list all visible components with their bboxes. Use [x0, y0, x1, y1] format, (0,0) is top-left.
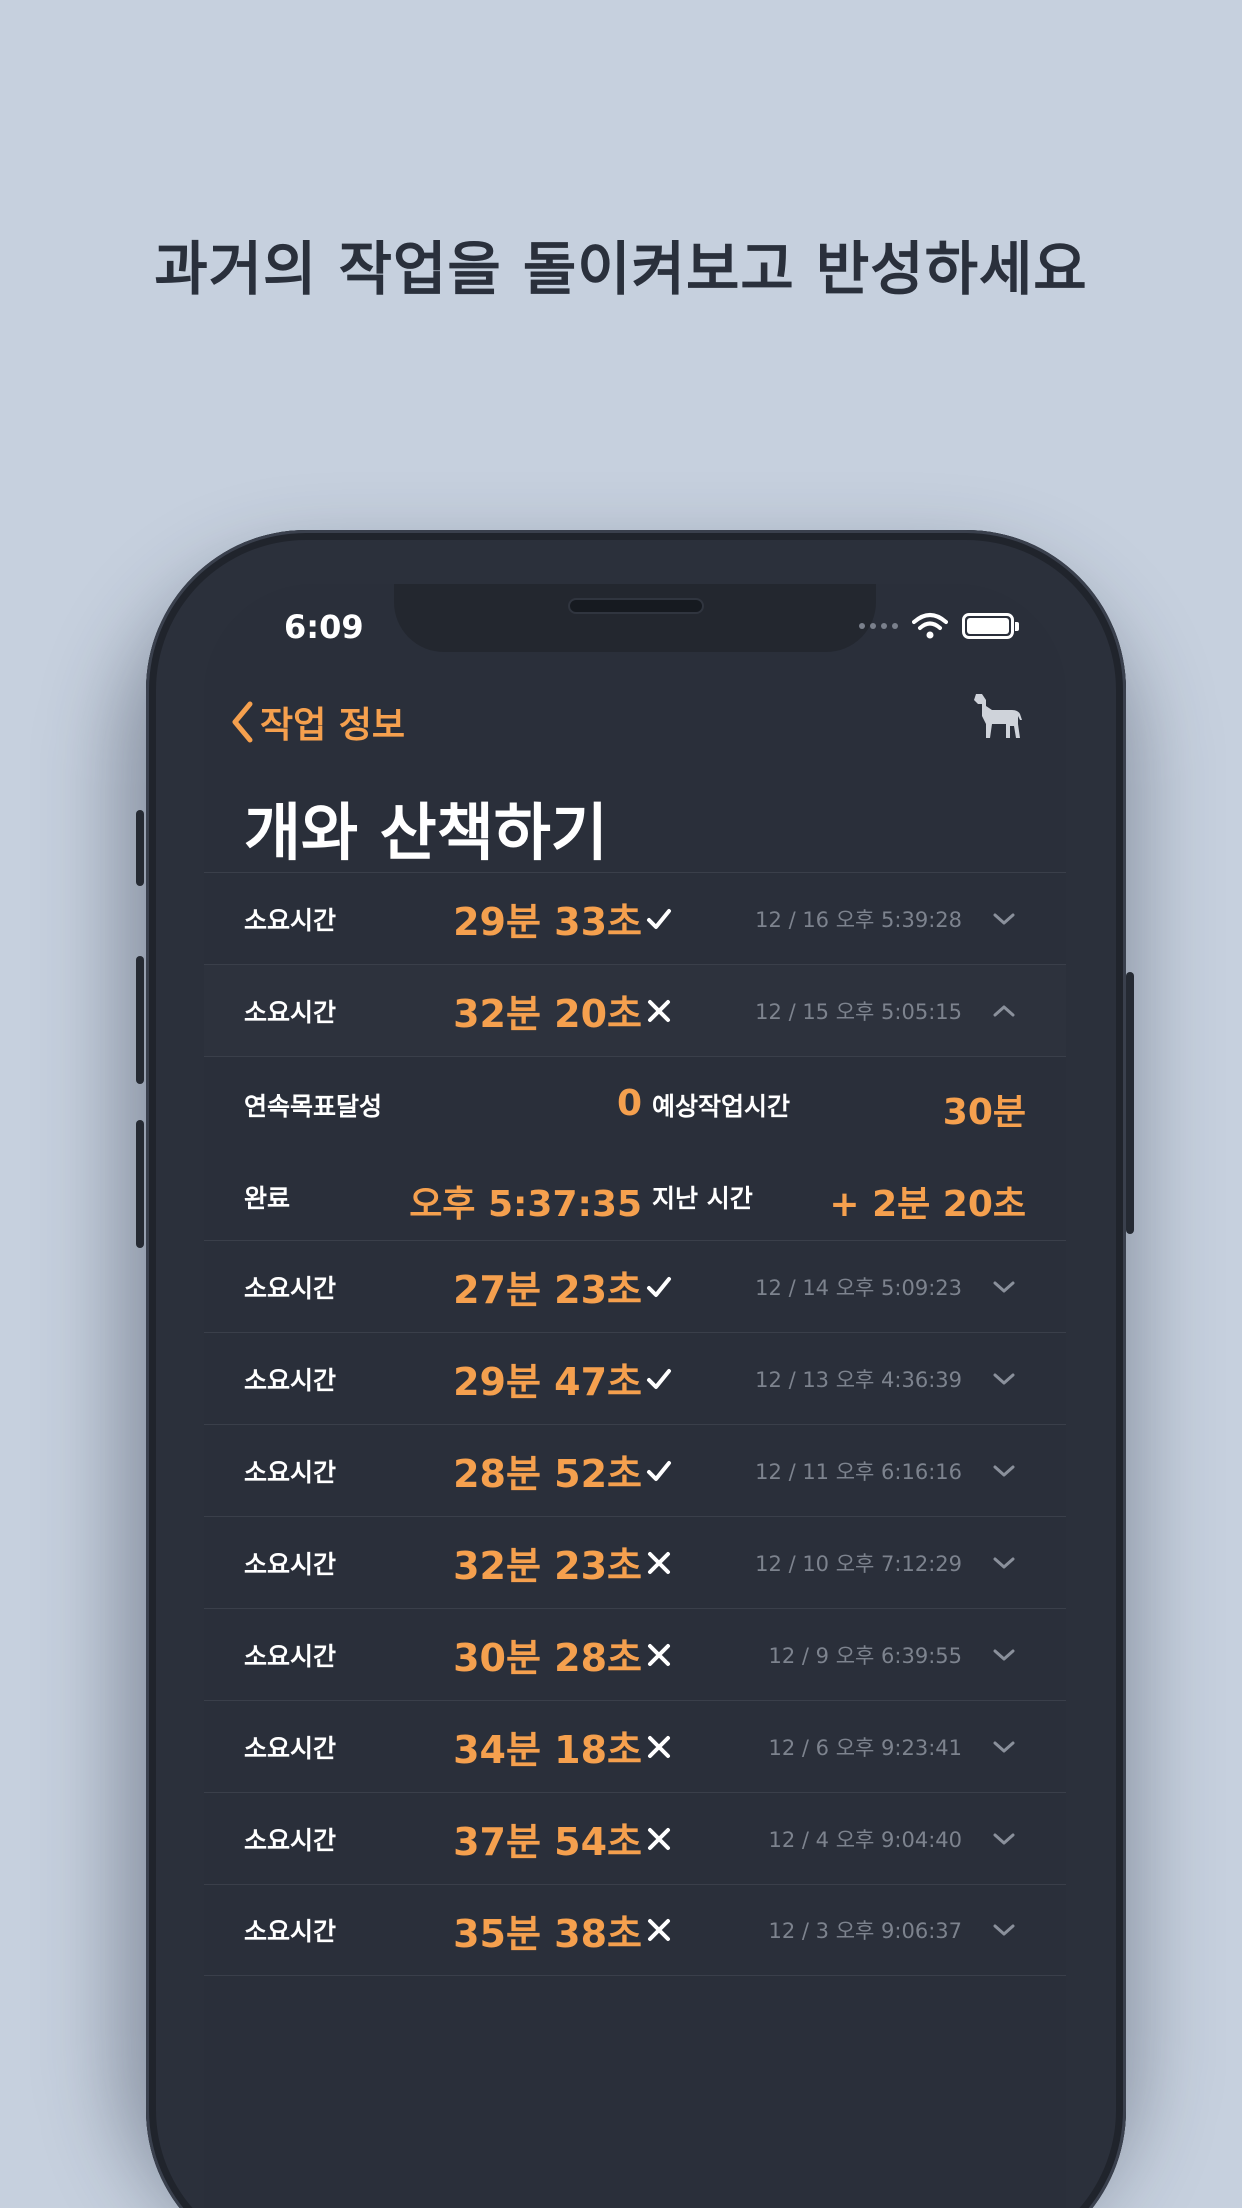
x-icon: [644, 1732, 674, 1762]
duration-label: 소요시간: [244, 1365, 337, 1395]
x-icon: [644, 1915, 674, 1945]
timestamp: 12 / 13 오후 4:36:39: [755, 1367, 962, 1392]
duration-label: 소요시간: [244, 905, 337, 935]
signal-icon: [859, 623, 898, 629]
list-item[interactable]: 소요시간 32분 20초 12 / 15 오후 5:05:15: [204, 964, 1066, 1056]
history-list: 소요시간 29분 33초 12 / 16 오후 5:39:28 소요시간 32분 20초…: [204, 872, 1066, 1976]
app-screen: 6:09 작업 정보 개와 산책하기 소요시간 29분 33초 12 / 16 오후…: [204, 584, 1066, 2208]
duration-value: 32분 20초: [453, 992, 642, 1036]
duration-value: 27분 23초: [453, 1268, 642, 1312]
duration-value: 29분 47초: [453, 1360, 642, 1404]
chevron-down-icon[interactable]: [990, 905, 1018, 933]
check-icon: [644, 1272, 674, 1302]
mute-switch: [136, 810, 144, 886]
chevron-down-icon[interactable]: [990, 1916, 1018, 1944]
duration-label: 소요시간: [244, 1641, 337, 1671]
wifi-icon: [912, 613, 948, 639]
elapsed-label: 지난 시간: [652, 1184, 753, 1213]
timestamp: 12 / 4 오후 9:04:40: [768, 1827, 962, 1852]
speaker-grille: [568, 598, 704, 614]
duration-value: 35분 38초: [453, 1911, 642, 1956]
duration-value: 34분 18초: [453, 1728, 642, 1772]
duration-label: 소요시간: [244, 1733, 337, 1763]
dog-icon[interactable]: [962, 690, 1026, 746]
x-icon: [644, 1548, 674, 1578]
streak-label: 연속목표달성: [244, 1092, 383, 1121]
status-icons: [859, 612, 1019, 640]
back-label: 작업 정보: [260, 705, 406, 746]
timestamp: 12 / 14 오후 5:09:23: [755, 1275, 962, 1300]
power-button: [1126, 972, 1134, 1234]
timestamp: 12 / 9 오후 6:39:55: [768, 1643, 962, 1668]
timestamp: 12 / 3 오후 9:06:37: [768, 1919, 962, 1943]
list-item[interactable]: 소요시간 28분 52초 12 / 11 오후 6:16:16: [204, 1424, 1066, 1516]
back-button[interactable]: 작업 정보: [230, 696, 405, 748]
check-icon: [644, 1456, 674, 1486]
duration-value: 29분 33초: [453, 900, 642, 944]
check-icon: [644, 1364, 674, 1394]
list-item[interactable]: 소요시간 34분 18초 12 / 6 오후 9:23:41: [204, 1700, 1066, 1792]
row-detail-panel: 연속목표달성 0 예상작업시간 30분완료 오후 5:37:35 지난 시간 + 2분 20…: [204, 1056, 1066, 1240]
elapsed-value: + 2분 20초: [829, 1184, 1026, 1225]
duration-value: 30분 28초: [453, 1636, 642, 1680]
chevron-down-icon[interactable]: [990, 1365, 1018, 1393]
volume-up-button: [136, 956, 144, 1084]
duration-label: 소요시간: [244, 1825, 337, 1855]
navigation-bar: 작업 정보: [224, 690, 1046, 760]
list-item[interactable]: 소요시간 37분 54초 12 / 4 오후 9:04:40: [204, 1792, 1066, 1884]
duration-label: 소요시간: [244, 1457, 337, 1487]
battery-icon: [962, 613, 1019, 639]
duration-label: 소요시간: [244, 1549, 337, 1579]
duration-label: 소요시간: [244, 997, 337, 1027]
duration-label: 소요시간: [244, 1917, 337, 1946]
list-item[interactable]: 소요시간 35분 38초 12 / 3 오후 9:06:37: [204, 1884, 1066, 1976]
page-title: 개와 산책하기: [244, 796, 608, 869]
x-icon: [644, 1824, 674, 1854]
list-item[interactable]: 소요시간 27분 23초 12 / 14 오후 5:09:23: [204, 1240, 1066, 1332]
chevron-down-icon[interactable]: [990, 1273, 1018, 1301]
duration-value: 37분 54초: [453, 1820, 642, 1864]
completed-label: 완료: [244, 1184, 291, 1213]
list-item[interactable]: 소요시간 29분 33초 12 / 16 오후 5:39:28: [204, 872, 1066, 964]
timestamp: 12 / 10 오후 7:12:29: [755, 1551, 962, 1576]
volume-down-button: [136, 1120, 144, 1248]
x-icon: [644, 1640, 674, 1670]
timestamp: 12 / 15 오후 5:05:15: [755, 999, 962, 1024]
headline: 과거의 작업을 돌이켜보고 반성하세요: [154, 235, 1088, 303]
chevron-left-icon: [232, 701, 253, 743]
list-item[interactable]: 소요시간 29분 47초 12 / 13 오후 4:36:39: [204, 1332, 1066, 1424]
duration-value: 32분 23초: [453, 1544, 642, 1588]
status-time: 6:09: [284, 608, 364, 646]
list-item[interactable]: 소요시간 30분 28초 12 / 9 오후 6:39:55: [204, 1608, 1066, 1700]
notch: [394, 584, 876, 652]
x-icon: [644, 996, 674, 1026]
chevron-down-icon[interactable]: [990, 1457, 1018, 1485]
completed-value: 오후 5:37:35: [409, 1184, 642, 1225]
expected-time-value: 30분: [942, 1092, 1026, 1133]
timestamp: 12 / 16 오후 5:39:28: [755, 907, 962, 932]
list-item[interactable]: 소요시간 32분 23초 12 / 10 오후 7:12:29: [204, 1516, 1066, 1608]
chevron-down-icon[interactable]: [990, 1641, 1018, 1669]
timestamp: 12 / 6 오후 9:23:41: [768, 1735, 962, 1760]
expected-time-label: 예상작업시간: [652, 1092, 791, 1121]
chevron-down-icon[interactable]: [990, 1549, 1018, 1577]
chevron-down-icon[interactable]: [990, 1733, 1018, 1761]
duration-label: 소요시간: [244, 1273, 337, 1303]
check-icon: [644, 904, 674, 934]
timestamp: 12 / 11 오후 6:16:16: [755, 1459, 962, 1484]
chevron-up-icon[interactable]: [990, 997, 1018, 1025]
duration-value: 28분 52초: [453, 1452, 642, 1496]
streak-value: 0: [616, 1083, 642, 1124]
chevron-down-icon[interactable]: [990, 1825, 1018, 1853]
